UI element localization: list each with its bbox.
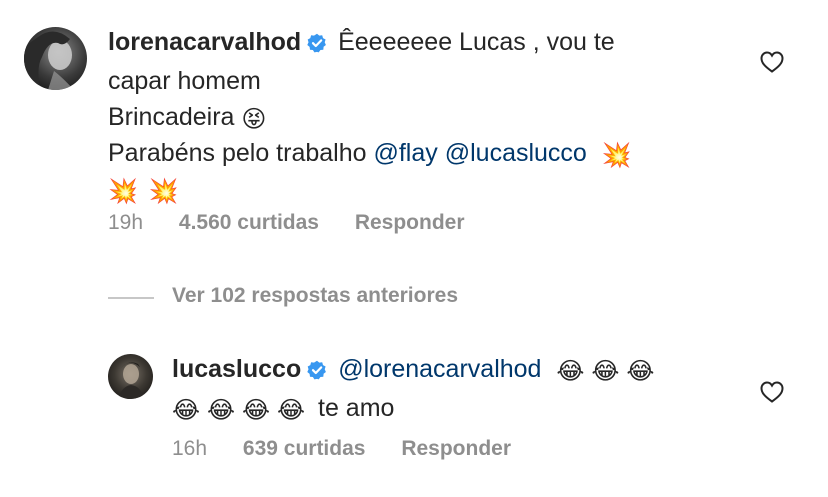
replies-divider	[108, 297, 154, 299]
verified-badge-icon	[307, 27, 327, 63]
mention-lucaslucco[interactable]: @lucaslucco	[445, 139, 587, 167]
collision-emoji-icon: 💥	[108, 177, 138, 205]
laughing-emoji-icon: 😂	[172, 396, 201, 424]
comment-text-line3: Brincadeira	[108, 103, 235, 131]
comment-username[interactable]: lorenacarvalhod	[108, 28, 301, 56]
verified-badge-icon	[307, 354, 327, 390]
comment-timestamp[interactable]: 19h	[108, 211, 143, 234]
laughing-emoji-icon: 😂	[556, 357, 585, 385]
comment-body: lorenacarvalhod Êeeeeeee Lucas , vou te …	[108, 24, 708, 207]
collision-emoji-icon: 💥	[601, 141, 632, 169]
like-heart-icon[interactable]	[760, 381, 784, 408]
comment-likes[interactable]: 4.560 curtidas	[179, 211, 319, 234]
collision-emoji-icon: 💥	[148, 177, 179, 205]
comment-text-line4: Parabéns pelo trabalho	[108, 139, 367, 167]
reply-username[interactable]: lucaslucco	[172, 355, 301, 383]
reply-text: te amo	[318, 394, 395, 422]
avatar-lucaslucco[interactable]	[108, 354, 153, 399]
avatar-photo	[24, 27, 87, 90]
laughing-emoji-icon: 😂	[242, 396, 271, 424]
avatar-lorenacarvalhod[interactable]	[24, 27, 87, 90]
comment-reply-button[interactable]: Responder	[355, 211, 465, 234]
tongue-emoji-icon: 😝	[241, 105, 267, 133]
reply-body: lucaslucco @lorenacarvalhod 😂 😂 😂 😂 😂 😂 …	[172, 351, 732, 426]
like-heart-icon[interactable]	[760, 51, 784, 78]
reply-timestamp[interactable]: 16h	[172, 437, 207, 460]
view-previous-replies-button[interactable]: Ver 102 respostas anteriores	[172, 284, 458, 308]
comment-meta: 19h 4.560 curtidas Responder	[108, 211, 495, 235]
laughing-emoji-icon: 😂	[277, 396, 306, 424]
reply-reply-button[interactable]: Responder	[401, 437, 511, 460]
laughing-emoji-icon: 😂	[207, 396, 236, 424]
avatar-photo	[108, 354, 153, 399]
reply-meta: 16h 639 curtidas Responder	[172, 437, 541, 461]
mention-flay[interactable]: @flay	[373, 139, 437, 167]
laughing-emoji-icon: 😂	[591, 357, 620, 385]
comment-text-line1: Êeeeeeee Lucas , vou te	[338, 28, 615, 56]
mention-lorenacarvalhod[interactable]: @lorenacarvalhod	[338, 355, 541, 383]
laughing-emoji-icon: 😂	[626, 357, 655, 385]
comment-text-line2: capar homem	[108, 67, 261, 95]
reply-likes[interactable]: 639 curtidas	[243, 437, 366, 460]
